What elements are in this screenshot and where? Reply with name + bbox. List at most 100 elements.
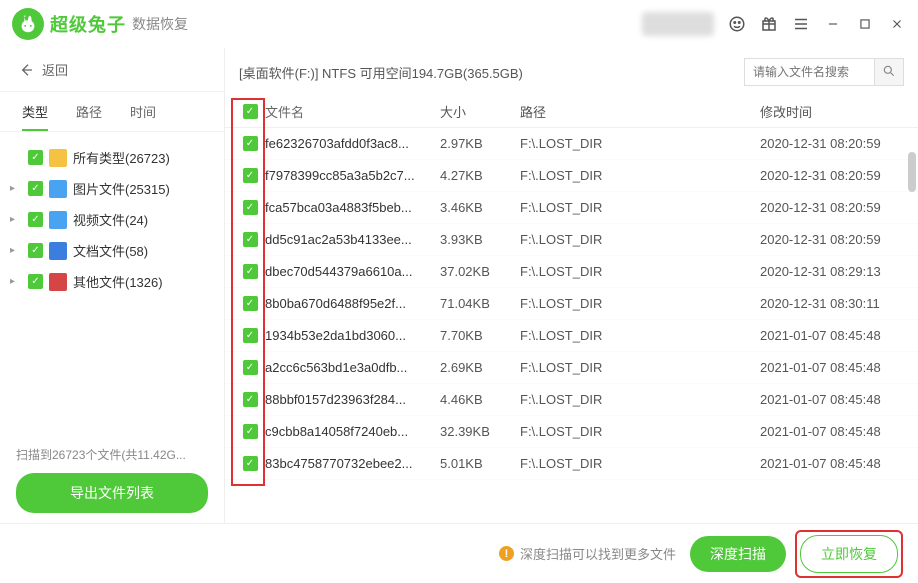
cell-name: dd5c91ac2a53b4133ee... xyxy=(265,232,440,247)
tree-checkbox[interactable]: ✓ xyxy=(28,274,43,289)
cell-mtime: 2021-01-07 08:45:48 xyxy=(760,456,908,471)
export-button[interactable]: 导出文件列表 xyxy=(16,473,208,513)
tree-label: 其他文件(1326) xyxy=(73,272,163,291)
tree-item[interactable]: ▸ ✓ 图片文件(25315) xyxy=(6,173,218,204)
cell-name: fe62326703afdd0f3ac8... xyxy=(265,136,440,151)
cell-size: 7.70KB xyxy=(440,328,520,343)
tree-item[interactable]: ▸ ✓ 其他文件(1326) xyxy=(6,266,218,297)
tree-label: 图片文件(25315) xyxy=(73,179,170,198)
deep-scan-button[interactable]: 深度扫描 xyxy=(690,536,786,572)
cell-path: F:\.LOST_DIR xyxy=(520,296,760,311)
row-checkbox[interactable]: ✓ xyxy=(243,296,258,311)
cell-size: 3.46KB xyxy=(440,200,520,215)
table-row[interactable]: ✓ fe62326703afdd0f3ac8... 2.97KB F:\.LOS… xyxy=(225,128,918,160)
close-icon[interactable] xyxy=(888,15,906,33)
col-mtime[interactable]: 修改时间 xyxy=(760,102,908,121)
cell-name: f7978399cc85a3a5b2c7... xyxy=(265,168,440,183)
cell-path: F:\.LOST_DIR xyxy=(520,456,760,471)
row-checkbox[interactable]: ✓ xyxy=(243,232,258,247)
tab-type[interactable]: 类型 xyxy=(22,102,48,131)
row-checkbox[interactable]: ✓ xyxy=(243,392,258,407)
caret-icon: ▸ xyxy=(10,214,22,225)
row-checkbox[interactable]: ✓ xyxy=(243,168,258,183)
table-row[interactable]: ✓ dbec70d544379a6610a... 37.02KB F:\.LOS… xyxy=(225,256,918,288)
tree-item[interactable]: ✓ 所有类型(26723) xyxy=(6,142,218,173)
table-row[interactable]: ✓ 88bbf0157d23963f284... 4.46KB F:\.LOST… xyxy=(225,384,918,416)
select-all-checkbox[interactable]: ✓ xyxy=(243,104,258,119)
titlebar: 超级兔子 数据恢复 xyxy=(0,0,918,48)
cell-mtime: 2021-01-07 08:45:48 xyxy=(760,424,908,439)
row-checkbox[interactable]: ✓ xyxy=(243,136,258,151)
row-checkbox[interactable]: ✓ xyxy=(243,424,258,439)
sidebar: 返回 类型 路径 时间 ✓ 所有类型(26723)▸ ✓ 图片文件(25315)… xyxy=(0,48,225,523)
footer: ! 深度扫描可以找到更多文件 深度扫描 立即恢复 xyxy=(0,523,918,583)
row-checkbox[interactable]: ✓ xyxy=(243,264,258,279)
minimize-icon[interactable] xyxy=(824,15,842,33)
cell-size: 4.27KB xyxy=(440,168,520,183)
table-row[interactable]: ✓ fca57bca03a4883f5beb... 3.46KB F:\.LOS… xyxy=(225,192,918,224)
menu-icon[interactable] xyxy=(792,15,810,33)
cell-size: 5.01KB xyxy=(440,456,520,471)
recover-button[interactable]: 立即恢复 xyxy=(800,535,898,573)
search-box xyxy=(744,58,904,86)
col-size[interactable]: 大小 xyxy=(440,102,520,121)
tab-path[interactable]: 路径 xyxy=(76,102,102,131)
search-input[interactable] xyxy=(744,58,874,86)
tree-label: 视频文件(24) xyxy=(73,210,148,229)
tree-checkbox[interactable]: ✓ xyxy=(28,243,43,258)
scan-status: 扫描到26723个文件(共11.42G... xyxy=(0,436,224,473)
maximize-icon[interactable] xyxy=(856,15,874,33)
search-button[interactable] xyxy=(874,58,904,86)
tree-checkbox[interactable]: ✓ xyxy=(28,212,43,227)
col-name[interactable]: 文件名 xyxy=(265,102,440,121)
tree-label: 所有类型(26723) xyxy=(73,148,170,167)
brand-text: 超级兔子 xyxy=(50,11,126,37)
warning-icon: ! xyxy=(499,546,514,561)
cell-path: F:\.LOST_DIR xyxy=(520,136,760,151)
tree-checkbox[interactable]: ✓ xyxy=(28,181,43,196)
back-button[interactable]: 返回 xyxy=(0,48,224,92)
row-checkbox[interactable]: ✓ xyxy=(243,456,258,471)
tree-checkbox[interactable]: ✓ xyxy=(28,150,43,165)
table-row[interactable]: ✓ c9cbb8a14058f7240eb... 32.39KB F:\.LOS… xyxy=(225,416,918,448)
table-row[interactable]: ✓ 1934b53e2da1bd3060... 7.70KB F:\.LOST_… xyxy=(225,320,918,352)
row-checkbox[interactable]: ✓ xyxy=(243,360,258,375)
feedback-icon[interactable] xyxy=(728,15,746,33)
scrollbar[interactable] xyxy=(908,152,916,192)
cell-path: F:\.LOST_DIR xyxy=(520,392,760,407)
table-row[interactable]: ✓ 83bc4758770732ebee2... 5.01KB F:\.LOST… xyxy=(225,448,918,480)
cell-size: 2.97KB xyxy=(440,136,520,151)
tab-time[interactable]: 时间 xyxy=(130,102,156,131)
row-checkbox[interactable]: ✓ xyxy=(243,200,258,215)
table-row[interactable]: ✓ f7978399cc85a3a5b2c7... 4.27KB F:\.LOS… xyxy=(225,160,918,192)
cell-path: F:\.LOST_DIR xyxy=(520,360,760,375)
gift-icon[interactable] xyxy=(760,15,778,33)
cell-size: 2.69KB xyxy=(440,360,520,375)
folder-icon xyxy=(49,149,67,167)
cell-path: F:\.LOST_DIR xyxy=(520,264,760,279)
tree-item[interactable]: ▸ ✓ 文档文件(58) xyxy=(6,235,218,266)
table-row[interactable]: ✓ 8b0ba670d6488f95e2f... 71.04KB F:\.LOS… xyxy=(225,288,918,320)
cell-name: fca57bca03a4883f5beb... xyxy=(265,200,440,215)
table-row[interactable]: ✓ dd5c91ac2a53b4133ee... 3.93KB F:\.LOST… xyxy=(225,224,918,256)
caret-icon: ▸ xyxy=(10,245,22,256)
row-checkbox[interactable]: ✓ xyxy=(243,328,258,343)
cell-path: F:\.LOST_DIR xyxy=(520,200,760,215)
blurred-region xyxy=(642,12,714,36)
back-label: 返回 xyxy=(42,60,68,79)
cell-name: 83bc4758770732ebee2... xyxy=(265,456,440,471)
cell-size: 71.04KB xyxy=(440,296,520,311)
cell-name: 1934b53e2da1bd3060... xyxy=(265,328,440,343)
main-panel: [桌面软件(F:)] NTFS 可用空间194.7GB(365.5GB) ✓ 文… xyxy=(225,48,918,523)
cell-size: 3.93KB xyxy=(440,232,520,247)
cell-name: 88bbf0157d23963f284... xyxy=(265,392,440,407)
cell-mtime: 2020-12-31 08:20:59 xyxy=(760,232,908,247)
file-table: ✓ 文件名 大小 路径 修改时间 ✓ fe62326703afdd0f3ac8.… xyxy=(225,96,918,523)
caret-icon: ▸ xyxy=(10,276,22,287)
tree-item[interactable]: ▸ ✓ 视频文件(24) xyxy=(6,204,218,235)
table-row[interactable]: ✓ a2cc6c563bd1e3a0dfb... 2.69KB F:\.LOST… xyxy=(225,352,918,384)
cell-path: F:\.LOST_DIR xyxy=(520,328,760,343)
cell-path: F:\.LOST_DIR xyxy=(520,424,760,439)
col-path[interactable]: 路径 xyxy=(520,102,760,121)
cell-mtime: 2021-01-07 08:45:48 xyxy=(760,328,908,343)
